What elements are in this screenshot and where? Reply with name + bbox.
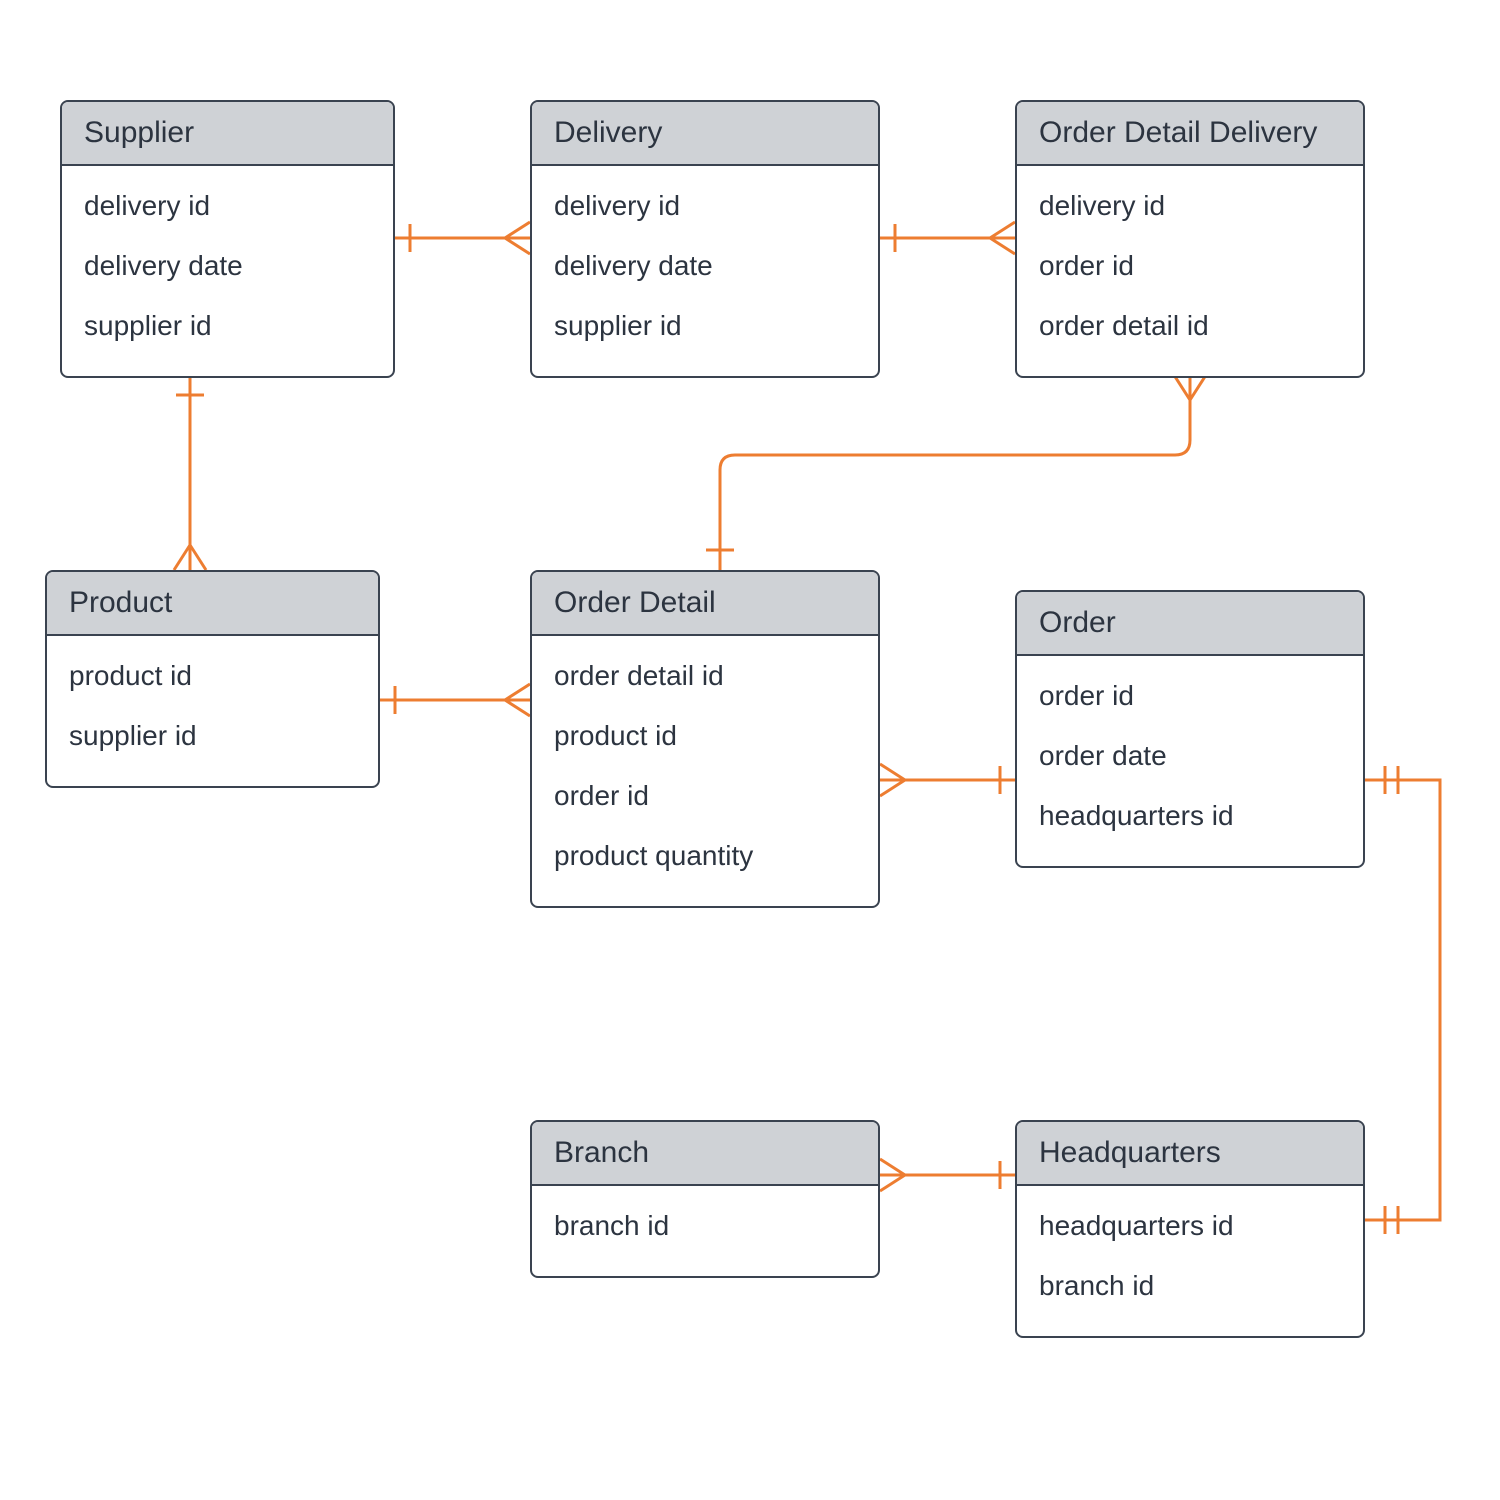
entity-attr: delivery id — [1039, 176, 1341, 236]
entity-attr: delivery id — [84, 176, 371, 236]
entity-supplier[interactable]: Supplier delivery id delivery date suppl… — [60, 100, 395, 378]
rel-supplier-delivery — [395, 222, 530, 254]
entity-attr: delivery id — [554, 176, 856, 236]
entity-attr: order detail id — [554, 646, 856, 706]
entity-attr: headquarters id — [1039, 786, 1341, 846]
entity-attr: headquarters id — [1039, 1196, 1341, 1256]
entity-branch[interactable]: Branch branch id — [530, 1120, 880, 1278]
entity-attr: order id — [1039, 666, 1341, 726]
entity-attrs: order id order date headquarters id — [1017, 656, 1363, 866]
entity-attr: order id — [1039, 236, 1341, 296]
entity-title: Product — [47, 572, 378, 636]
entity-title: Supplier — [62, 102, 393, 166]
entity-attr: supplier id — [69, 706, 356, 766]
entity-attrs: headquarters id branch id — [1017, 1186, 1363, 1336]
entity-title: Order Detail — [532, 572, 878, 636]
entity-order-detail-delivery[interactable]: Order Detail Delivery delivery id order … — [1015, 100, 1365, 378]
entity-attr: product id — [554, 706, 856, 766]
rel-branch-headquarters — [880, 1159, 1015, 1191]
rel-supplier-product — [174, 375, 206, 570]
entity-attrs: delivery id delivery date supplier id — [62, 166, 393, 376]
entity-attr: delivery date — [84, 236, 371, 296]
entity-attrs: delivery id delivery date supplier id — [532, 166, 878, 376]
entity-attr: delivery date — [554, 236, 856, 296]
rel-delivery-orderdetaildelivery — [880, 222, 1015, 254]
entity-order-detail[interactable]: Order Detail order detail id product id … — [530, 570, 880, 908]
er-diagram-canvas: Supplier delivery id delivery date suppl… — [0, 0, 1500, 1500]
rel-orderdetail-orderdetaildelivery — [706, 375, 1206, 570]
entity-attr: product id — [69, 646, 356, 706]
entity-attr: branch id — [1039, 1256, 1341, 1316]
entity-attrs: product id supplier id — [47, 636, 378, 786]
entity-title: Delivery — [532, 102, 878, 166]
entity-attr: order detail id — [1039, 296, 1341, 356]
rel-orderdetail-order — [880, 764, 1015, 796]
entity-attr: supplier id — [84, 296, 371, 356]
entity-attrs: branch id — [532, 1186, 878, 1276]
entity-attr: order date — [1039, 726, 1341, 786]
entity-headquarters[interactable]: Headquarters headquarters id branch id — [1015, 1120, 1365, 1338]
entity-attrs: delivery id order id order detail id — [1017, 166, 1363, 376]
entity-attr: branch id — [554, 1196, 856, 1256]
entity-product[interactable]: Product product id supplier id — [45, 570, 380, 788]
rel-product-orderdetail — [380, 684, 530, 716]
entity-delivery[interactable]: Delivery delivery id delivery date suppl… — [530, 100, 880, 378]
entity-attr: order id — [554, 766, 856, 826]
entity-title: Order — [1017, 592, 1363, 656]
entity-attr: supplier id — [554, 296, 856, 356]
entity-title: Branch — [532, 1122, 878, 1186]
entity-attrs: order detail id product id order id prod… — [532, 636, 878, 906]
entity-title: Order Detail Delivery — [1017, 102, 1363, 166]
entity-order[interactable]: Order order id order date headquarters i… — [1015, 590, 1365, 868]
rel-order-headquarters — [1365, 766, 1440, 1234]
entity-attr: product quantity — [554, 826, 856, 886]
entity-title: Headquarters — [1017, 1122, 1363, 1186]
